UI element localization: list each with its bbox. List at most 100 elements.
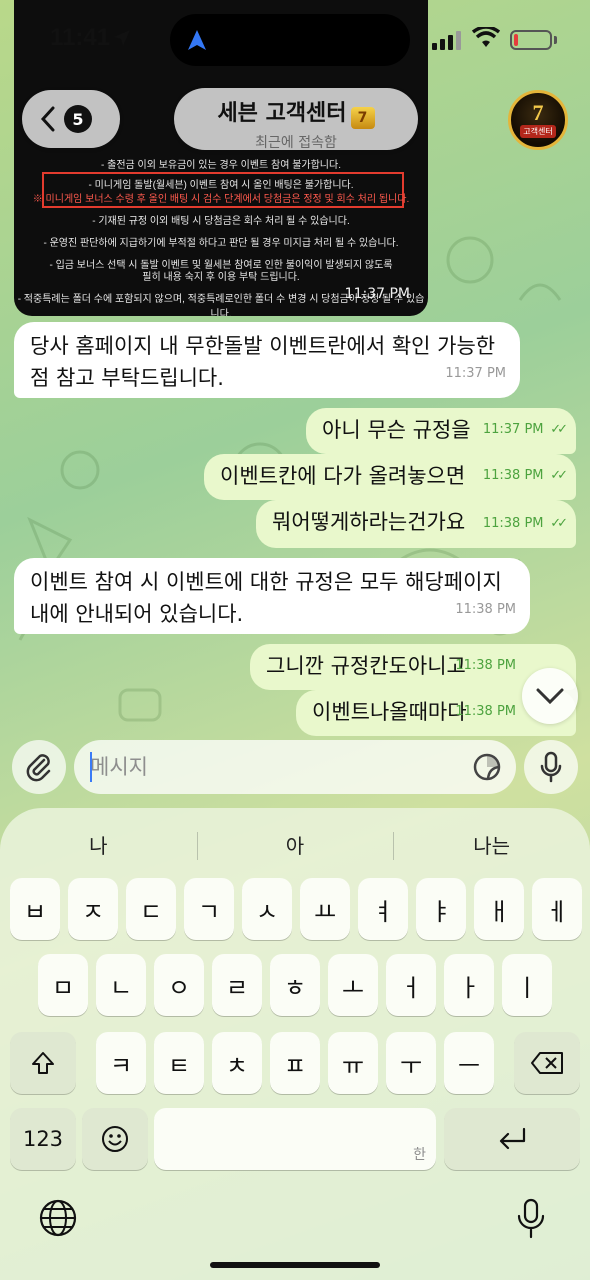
home-indicator[interactable] — [210, 1262, 380, 1268]
key[interactable]: ㅌ — [154, 1032, 204, 1094]
message-text: 당사 홈페이지 내 무한돌발 이벤트란에서 확인 가능한 점 참고 부탁드립니다… — [30, 334, 496, 390]
image-text-line: - 기재된 규정 이외 배팅 시 당첨금은 회수 처리 될 수 있습니다. — [92, 216, 350, 227]
attach-button[interactable] — [12, 740, 66, 794]
suggestion-item[interactable]: 아 — [196, 824, 394, 868]
unread-count-badge: 5 — [64, 105, 92, 133]
message-outgoing[interactable]: 이벤트칸에 다가 올려놓으면 11:38 PM ✓✓ — [204, 454, 576, 500]
message-meta: 11:38 PM ✓✓ — [483, 504, 568, 540]
key[interactable]: ㅓ — [386, 954, 436, 1016]
message-text: 그니깐 규정칸도아니고 — [266, 654, 466, 678]
return-key[interactable] — [444, 1108, 580, 1170]
key[interactable]: ㄱ — [184, 878, 234, 940]
key[interactable]: ㅏ — [444, 954, 494, 1016]
read-checkmarks-icon: ✓✓ — [550, 422, 568, 437]
key[interactable]: ㅣ — [502, 954, 552, 1016]
dictation-microphone-icon[interactable] — [516, 1198, 546, 1240]
avatar[interactable]: 7 고객센터 — [508, 90, 568, 150]
key[interactable]: ㅎ — [270, 954, 320, 1016]
space-language-hint: 한 — [413, 1147, 426, 1163]
globe-icon[interactable] — [38, 1198, 78, 1238]
message-text: 이벤트 참여 시 이벤트에 대한 규정은 모두 해당페이지 내에 안내되어 있습… — [30, 570, 502, 626]
image-text-line: - 미니게임 돌발(월세븐) 이벤트 참여 시 올인 배팅은 불가합니다. — [88, 180, 354, 191]
cellular-signal-icon — [432, 31, 461, 50]
return-icon — [499, 1127, 526, 1150]
image-text-line: - 출전금 이외 보유금이 있는 경우 이벤트 참여 불가합니다. — [101, 160, 341, 171]
suggestion-bar: 나 아 나는 — [0, 824, 590, 868]
key[interactable]: ㅐ — [474, 878, 524, 940]
message-input[interactable] — [74, 740, 516, 794]
chevron-left-icon — [40, 106, 55, 132]
battery-cap — [554, 36, 557, 44]
microphone-icon — [540, 751, 562, 783]
scroll-to-bottom-button[interactable] — [522, 668, 578, 724]
back-button[interactable]: 5 — [22, 90, 120, 148]
message-meta: 11:38 PM — [455, 692, 516, 728]
text-caret — [90, 752, 92, 782]
image-text-line: - 운영진 판단하에 지급하기에 부적절 하다고 판단 될 경우 미지급 처리 … — [43, 238, 399, 249]
message-time: 11:38 PM — [482, 468, 544, 483]
message-incoming[interactable]: 이벤트 참여 시 이벤트에 대한 규정은 모두 해당페이지 내에 안내되어 있습… — [14, 558, 530, 634]
status-bar: 11:41 — [0, 0, 590, 80]
message-meta: 11:37 PM ✓✓ — [482, 410, 568, 446]
image-text-line: 필히 내용 숙지 후 이용 부탁 드립니다. — [142, 272, 300, 283]
wifi-icon — [472, 27, 500, 47]
backspace-key[interactable] — [514, 1032, 580, 1094]
read-checkmarks-icon: ✓✓ — [550, 468, 568, 483]
key[interactable]: ㅋ — [96, 1032, 146, 1094]
message-time: 11:38 PM — [455, 704, 516, 719]
key[interactable]: ㅈ — [68, 878, 118, 940]
message-time: 11:37 PM — [344, 286, 410, 302]
last-seen-status: 최근에 접속함 — [255, 135, 337, 151]
message-meta: 11:38 PM ✓✓ — [482, 456, 568, 492]
voice-message-button[interactable] — [524, 740, 578, 794]
chat-title-text: 세븐 고객센터 — [217, 101, 347, 126]
space-key[interactable]: 한 — [154, 1108, 436, 1170]
suggestion-item[interactable]: 나 — [0, 824, 197, 868]
key[interactable]: ㅔ — [532, 878, 582, 940]
message-text: 아니 무슨 규정을 — [322, 418, 471, 442]
key[interactable]: ㅡ — [444, 1032, 494, 1094]
key[interactable]: ㅜ — [386, 1032, 436, 1094]
message-text: 뭐어떻게하라는건가요 — [272, 510, 466, 534]
chat-header[interactable]: 세븐 고객센터 7 최근에 접속함 — [174, 88, 418, 151]
key[interactable]: ㅍ — [270, 1032, 320, 1094]
message-outgoing[interactable]: 아니 무슨 규정을 11:37 PM ✓✓ — [306, 408, 576, 454]
battery-icon — [510, 30, 552, 50]
sticker-icon[interactable] — [472, 752, 502, 782]
suggestion-item[interactable]: 나는 — [393, 824, 590, 868]
key[interactable]: ㅊ — [212, 1032, 262, 1094]
emoji-key[interactable] — [82, 1108, 148, 1170]
message-time: 11:37 PM — [445, 366, 506, 381]
delete-icon — [531, 1052, 563, 1074]
emoji-icon — [102, 1126, 128, 1152]
chevron-down-icon — [536, 688, 564, 704]
paperclip-icon — [26, 754, 51, 782]
key[interactable]: ㅂ — [10, 878, 60, 940]
key[interactable]: ㄷ — [126, 878, 176, 940]
message-time: 11:37 PM — [482, 422, 544, 437]
key[interactable]: ㅁ — [38, 954, 88, 1016]
image-text-line-highlighted: ※ 미니게임 보너스 수령 후 올인 배팅 시 검수 단계에서 당첨금은 정정 … — [32, 194, 410, 205]
navigation-arrow-icon — [188, 30, 206, 50]
numbers-key[interactable]: 123 — [10, 1108, 76, 1170]
key[interactable]: ㅛ — [300, 878, 350, 940]
location-arrow-icon — [114, 30, 130, 46]
key[interactable]: ㅠ — [328, 1032, 378, 1094]
avatar-logo: 7 — [532, 99, 544, 125]
key[interactable]: ㅅ — [242, 878, 292, 940]
battery-level — [514, 34, 518, 46]
message-text: 이벤트나올때마다 — [312, 700, 467, 724]
key[interactable]: ㄹ — [212, 954, 262, 1016]
key[interactable]: ㅕ — [358, 878, 408, 940]
message-time: 11:38 PM — [455, 658, 516, 673]
key[interactable]: ㅗ — [328, 954, 378, 1016]
message-incoming[interactable]: 당사 홈페이지 내 무한돌발 이벤트란에서 확인 가능한 점 참고 부탁드립니다… — [14, 322, 520, 398]
message-outgoing[interactable]: 뭐어떻게하라는건가요 11:38 PM ✓✓ — [256, 500, 576, 548]
seven-logo-badge: 7 — [350, 107, 375, 129]
key[interactable]: ㄴ — [96, 954, 146, 1016]
key[interactable]: ㅇ — [154, 954, 204, 1016]
chat-title: 세븐 고객센터 7 — [174, 95, 418, 129]
shift-key[interactable] — [10, 1032, 76, 1094]
key[interactable]: ㅑ — [416, 878, 466, 940]
shift-icon — [32, 1052, 54, 1074]
